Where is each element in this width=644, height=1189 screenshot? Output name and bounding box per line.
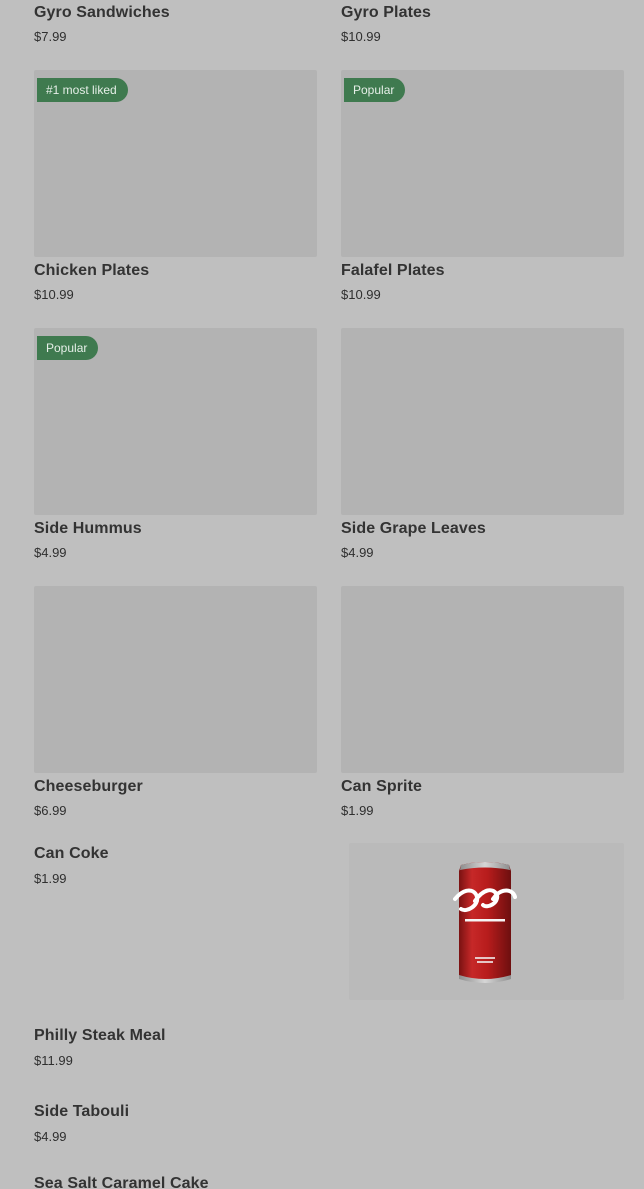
popular-badge: Popular <box>344 78 406 102</box>
menu-item-philly-steak-meal[interactable]: Philly Steak Meal $11.99 <box>34 1025 624 1075</box>
item-name: Chicken Plates <box>34 262 150 279</box>
most-liked-badge: #1 most liked <box>37 78 128 102</box>
item-image-placeholder <box>34 586 317 773</box>
item-name: Cheeseburger <box>34 778 143 795</box>
item-price: $7.99 <box>34 29 67 44</box>
item-price: $10.99 <box>34 287 74 302</box>
item-price: $4.99 <box>341 545 374 560</box>
item-price: $10.99 <box>341 287 381 302</box>
menu-item-side-hummus[interactable]: Popular Side Hummus $4.99 <box>34 328 317 568</box>
menu-item-gyro-plates[interactable]: Gyro Plates $10.99 <box>341 0 624 50</box>
item-image-placeholder: Popular <box>341 70 624 257</box>
coke-can-icon <box>453 862 517 983</box>
item-image-placeholder <box>341 328 624 515</box>
menu-item-sea-salt-caramel-cake[interactable]: Sea Salt Caramel Cake <box>34 1173 624 1189</box>
item-price: $6.99 <box>34 803 67 818</box>
item-price: $4.99 <box>34 545 67 560</box>
menu-item-falafel-plates[interactable]: Popular Falafel Plates $10.99 <box>341 70 624 310</box>
item-image-placeholder: Popular <box>34 328 317 515</box>
item-name: Sea Salt Caramel Cake <box>34 1175 209 1189</box>
item-name: Can Coke <box>34 845 109 862</box>
menu-item-chicken-plates[interactable]: #1 most liked Chicken Plates $10.99 <box>34 70 317 310</box>
item-image-placeholder: #1 most liked <box>34 70 317 257</box>
menu-item-cheeseburger[interactable]: Cheeseburger $6.99 <box>34 586 317 826</box>
can-coke-image[interactable] <box>349 843 624 1000</box>
item-image-placeholder <box>341 586 624 773</box>
item-name: Side Hummus <box>34 520 142 537</box>
item-price: $1.99 <box>341 803 374 818</box>
item-price: $4.99 <box>34 1129 67 1144</box>
item-price: $11.99 <box>34 1053 73 1068</box>
menu-item-side-tabouli[interactable]: Side Tabouli $4.99 <box>34 1101 624 1151</box>
item-name: Gyro Plates <box>341 4 432 21</box>
item-name: Philly Steak Meal <box>34 1027 166 1044</box>
item-name: Side Tabouli <box>34 1103 130 1120</box>
item-name: Falafel Plates <box>341 262 445 279</box>
item-name: Can Sprite <box>341 778 423 795</box>
item-price: $10.99 <box>341 29 381 44</box>
menu-item-side-grape-leaves[interactable]: Side Grape Leaves $4.99 <box>341 328 624 568</box>
menu-item-gyro-sandwiches[interactable]: Gyro Sandwiches $7.99 <box>34 0 317 50</box>
menu-item-can-sprite[interactable]: Can Sprite $1.99 <box>341 586 624 826</box>
item-name: Side Grape Leaves <box>341 520 486 537</box>
item-price: $1.99 <box>34 871 67 886</box>
item-name: Gyro Sandwiches <box>34 4 170 21</box>
menu-page: Gyro Sandwiches $7.99 Gyro Plates $10.99… <box>0 0 644 1189</box>
popular-badge: Popular <box>37 336 99 360</box>
